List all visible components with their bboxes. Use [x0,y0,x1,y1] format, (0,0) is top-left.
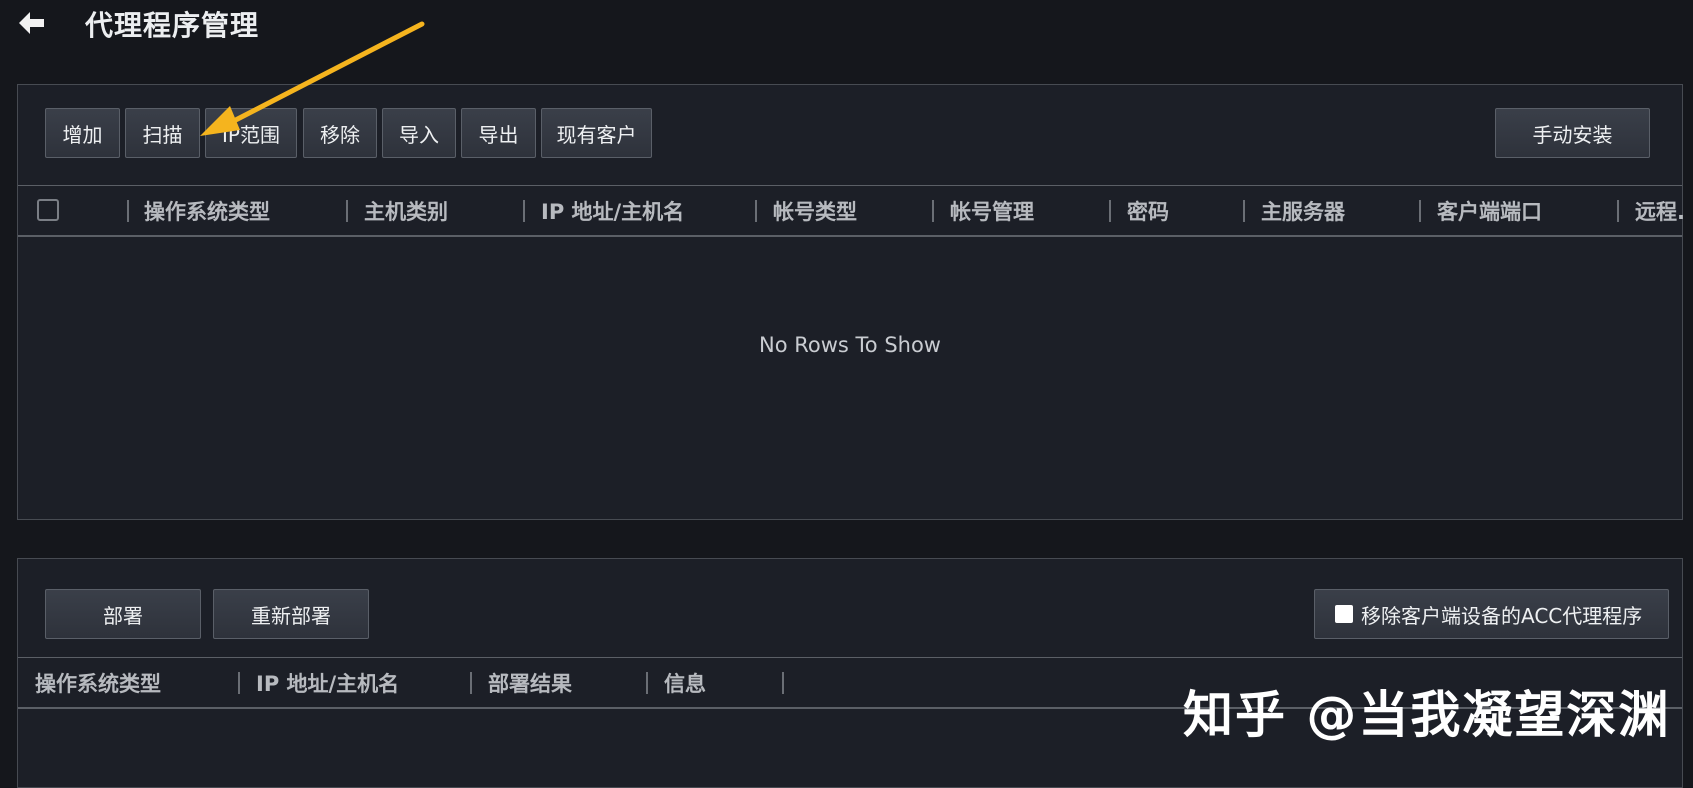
import-button[interactable]: 导入 [382,108,456,158]
page-header: 代理程序管理 [0,0,1693,52]
col-remote[interactable]: 远程. [1635,186,1685,236]
column-separator[interactable] [646,672,648,694]
add-button[interactable]: 增加 [45,108,120,158]
deploy-panel: 部署 重新部署 移除客户端设备的ACC代理程序 操作系统类型 IP 地址/主机名… [17,558,1683,788]
redeploy-button[interactable]: 重新部署 [213,589,369,639]
existing-clients-button[interactable]: 现有客户 [541,108,652,158]
column-separator[interactable] [470,672,472,694]
empty-table-message: No Rows To Show [759,333,941,357]
col-ip-hostname[interactable]: IP 地址/主机名 [541,186,684,236]
column-separator[interactable] [1617,200,1619,222]
column-separator[interactable] [346,200,348,222]
remove-acc-label: 移除客户端设备的ACC代理程序 [1361,603,1643,628]
col-os-type[interactable]: 操作系统类型 [35,658,161,708]
remove-button[interactable]: 移除 [303,108,377,158]
column-separator[interactable] [932,200,934,222]
col-ip-hostname[interactable]: IP 地址/主机名 [256,658,399,708]
column-separator[interactable] [1419,200,1421,222]
col-os-type[interactable]: 操作系统类型 [144,186,270,236]
col-deploy-result[interactable]: 部署结果 [488,658,572,708]
manual-install-button[interactable]: 手动安装 [1495,108,1650,158]
column-separator[interactable] [1109,200,1111,222]
agents-table-header: 操作系统类型 主机类别 IP 地址/主机名 帐号类型 帐号管理 密码 主服务器 … [18,185,1685,237]
page-title: 代理程序管理 [85,9,260,42]
column-separator[interactable] [523,200,525,222]
deploy-button[interactable]: 部署 [45,589,201,639]
watermark: 知乎 @当我凝望深渊 [1183,686,1671,744]
column-separator[interactable] [1243,200,1245,222]
column-separator[interactable] [755,200,757,222]
col-primary-server[interactable]: 主服务器 [1261,186,1345,236]
export-button[interactable]: 导出 [461,108,536,158]
col-host-category[interactable]: 主机类别 [364,186,448,236]
column-separator[interactable] [127,200,129,222]
scan-button[interactable]: 扫描 [125,108,200,158]
col-client-port[interactable]: 客户端端口 [1437,186,1542,236]
col-password[interactable]: 密码 [1127,186,1169,236]
column-separator[interactable] [782,672,784,694]
ip-range-button[interactable]: IP范围 [205,108,297,158]
column-separator[interactable] [238,672,240,694]
remove-acc-checkbox[interactable] [1335,605,1353,623]
col-info[interactable]: 信息 [664,658,706,708]
agents-panel: 增加 扫描 IP范围 移除 导入 导出 现有客户 手动安装 操作系统类型 主机类… [17,84,1685,520]
arrow-left-icon[interactable] [16,8,46,38]
col-account-management[interactable]: 帐号管理 [950,186,1034,236]
remove-acc-agent-toggle[interactable]: 移除客户端设备的ACC代理程序 [1314,589,1669,639]
select-all-checkbox[interactable] [37,199,59,221]
col-account-type[interactable]: 帐号类型 [773,186,857,236]
